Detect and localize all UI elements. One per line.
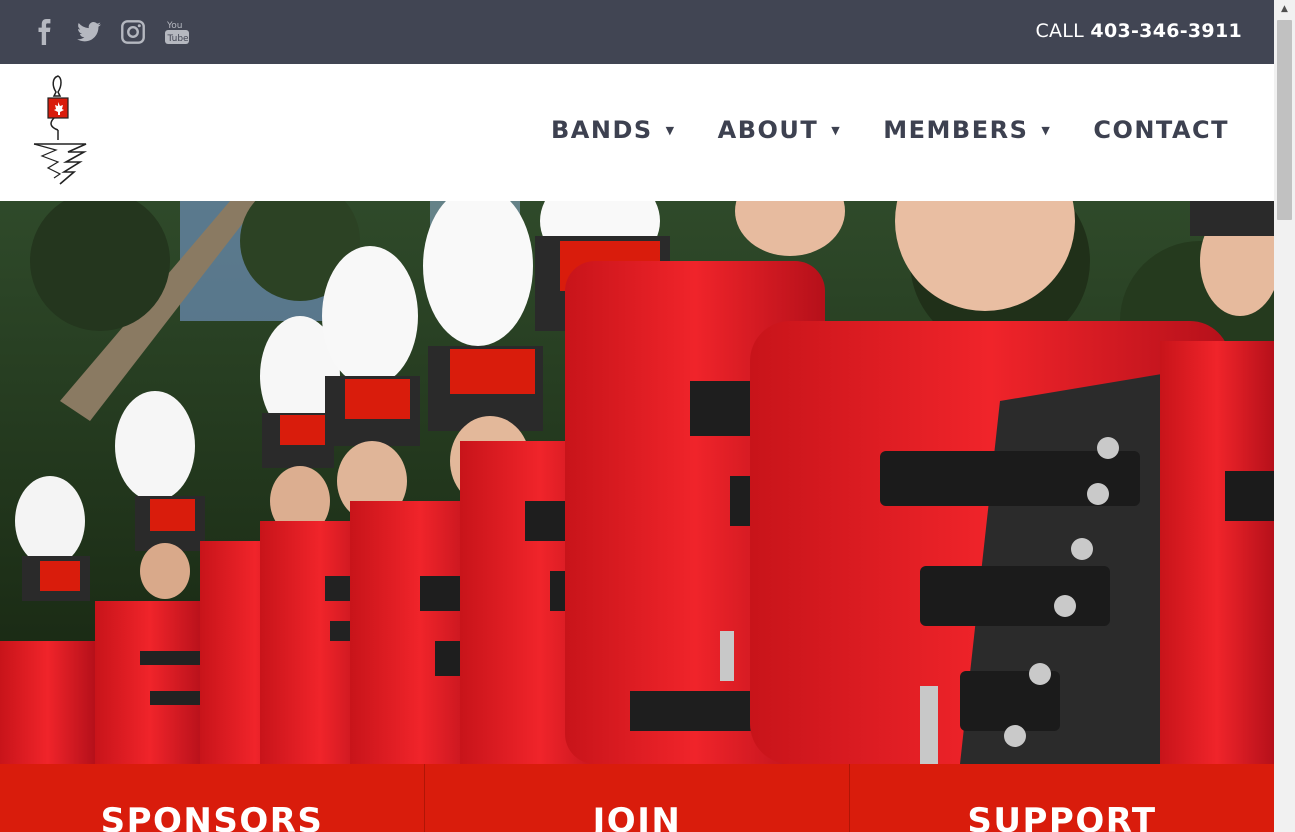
vertical-scrollbar[interactable]: ▲ bbox=[1274, 0, 1295, 832]
caret-down-icon: ▼ bbox=[1041, 123, 1052, 137]
site-header: BANDS ▼ ABOUT ▼ MEMBERS ▼ CONTACT bbox=[0, 64, 1274, 201]
instagram-icon[interactable] bbox=[120, 19, 146, 45]
nav-contact-label: CONTACT bbox=[1093, 116, 1229, 144]
top-bar: You Tube CALL 403-346-3911 bbox=[0, 0, 1274, 64]
scroll-thumb[interactable] bbox=[1277, 20, 1292, 220]
nav-item-contact[interactable]: CONTACT bbox=[1093, 116, 1229, 144]
call-phone[interactable]: CALL 403-346-3911 bbox=[1035, 20, 1242, 42]
join-label: JOIN bbox=[592, 801, 682, 832]
nav-item-bands[interactable]: BANDS ▼ bbox=[551, 116, 676, 144]
hero-image bbox=[0, 201, 1274, 764]
phone-number[interactable]: 403-346-3911 bbox=[1090, 20, 1242, 42]
call-label: CALL bbox=[1035, 20, 1085, 42]
nav-item-members[interactable]: MEMBERS ▼ bbox=[883, 116, 1051, 144]
main-nav: BANDS ▼ ABOUT ▼ MEMBERS ▼ CONTACT bbox=[509, 116, 1229, 144]
caret-down-icon: ▼ bbox=[665, 123, 676, 137]
nav-bands-label: BANDS bbox=[550, 116, 653, 144]
nav-item-about[interactable]: ABOUT ▼ bbox=[718, 116, 842, 144]
scroll-up-arrow-icon[interactable]: ▲ bbox=[1274, 0, 1295, 18]
nav-about-label: ABOUT bbox=[717, 116, 819, 144]
svg-text:You: You bbox=[166, 21, 183, 31]
twitter-icon[interactable] bbox=[76, 19, 102, 45]
youtube-icon[interactable]: You Tube bbox=[164, 19, 190, 45]
social-links: You Tube bbox=[32, 19, 208, 45]
sponsors-label: SPONSORS bbox=[100, 801, 324, 832]
support-label: SUPPORT bbox=[967, 801, 1157, 832]
cta-row: SPONSORS JOIN SUPPORT bbox=[0, 764, 1274, 832]
site-logo[interactable] bbox=[28, 74, 92, 190]
support-button[interactable]: SUPPORT bbox=[850, 764, 1274, 832]
join-button[interactable]: JOIN bbox=[425, 764, 850, 832]
caret-down-icon: ▼ bbox=[831, 123, 842, 137]
svg-text:Tube: Tube bbox=[167, 34, 190, 44]
facebook-icon[interactable] bbox=[32, 19, 58, 45]
sponsors-button[interactable]: SPONSORS bbox=[0, 764, 425, 832]
nav-members-label: MEMBERS bbox=[883, 116, 1029, 144]
